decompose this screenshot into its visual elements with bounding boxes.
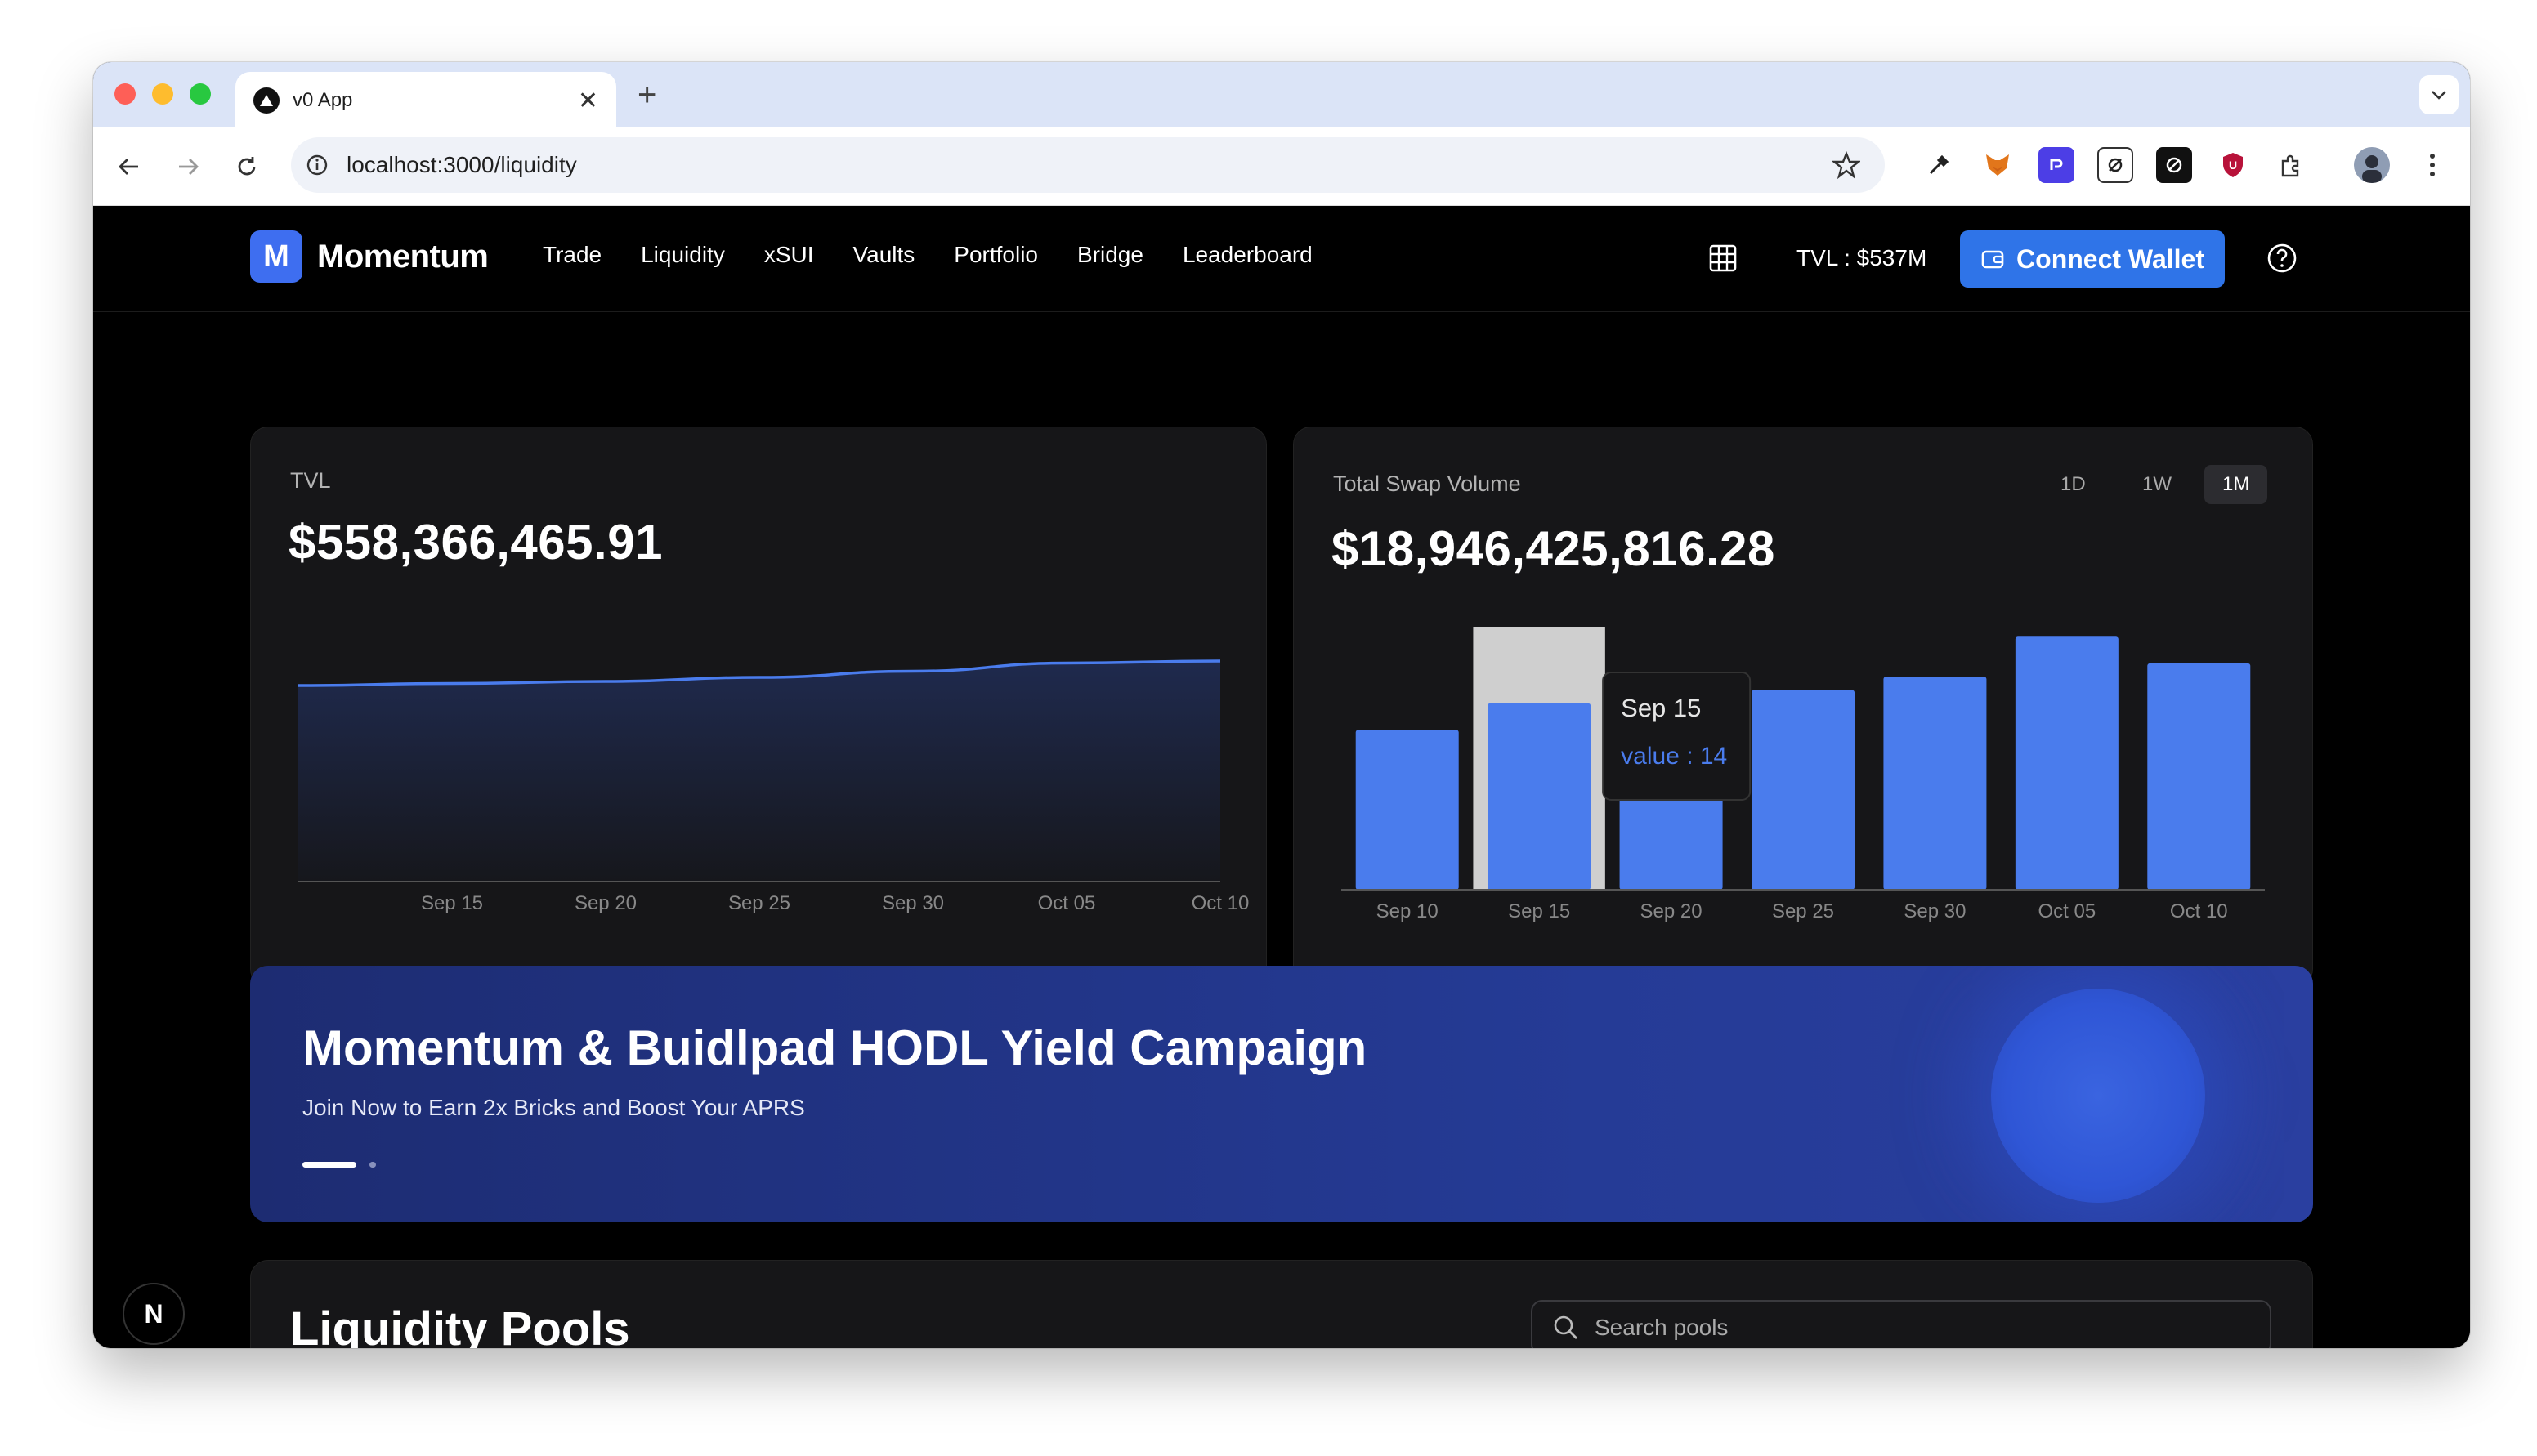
nav-item-liquidity[interactable]: Liquidity — [641, 242, 725, 268]
chevron-down-icon — [2432, 91, 2446, 100]
browser-window: v0 App ✕ + localhost:3000/liquidity U M … — [93, 62, 2470, 1348]
search-pools-input[interactable]: Search pools — [1531, 1300, 2271, 1348]
tvl-x-tick-label: Sep 25 — [728, 892, 790, 914]
nav-item-leaderboard[interactable]: Leaderboard — [1183, 242, 1313, 268]
reload-button[interactable] — [227, 147, 266, 186]
volume-x-tick-label: Oct 10 — [2170, 900, 2228, 922]
volume-x-tick-label: Sep 30 — [1904, 900, 1966, 922]
eyedropper-extension-icon[interactable] — [1921, 147, 1957, 183]
browser-menu-icon[interactable] — [2414, 147, 2450, 183]
swap-volume-card: Total Swap Volume $18,946,425,816.28 1D … — [1293, 427, 2313, 987]
tab-title: v0 App — [293, 89, 353, 111]
volume-bar — [2015, 636, 2119, 890]
browser-tab[interactable]: v0 App ✕ — [235, 72, 616, 129]
wallet-icon — [1981, 250, 2004, 269]
svg-text:U: U — [2229, 159, 2237, 172]
volume-x-tick-label: Sep 20 — [1640, 900, 1703, 922]
banner-orb-graphic — [1991, 989, 2205, 1203]
vercel-favicon-icon — [253, 87, 280, 114]
volume-bar — [1752, 690, 1855, 890]
maximize-window-button[interactable] — [190, 83, 211, 105]
app-viewport: M Momentum Trade Liquidity xSUI Vaults P… — [93, 206, 2470, 1348]
arrow-right-icon — [179, 159, 199, 175]
metamask-fox-icon[interactable] — [1980, 147, 2016, 183]
grid-icon[interactable] — [1707, 242, 1739, 275]
extension-dark-icon[interactable] — [2156, 147, 2192, 183]
help-icon[interactable] — [2266, 242, 2298, 275]
tvl-x-tick-label: Sep 20 — [575, 892, 637, 914]
nav-item-vaults[interactable]: Vaults — [853, 242, 915, 268]
tab-search-button[interactable] — [2419, 75, 2459, 114]
nav-item-xsui[interactable]: xSUI — [764, 242, 814, 268]
brand-name[interactable]: Momentum — [317, 239, 489, 275]
tvl-area-fill — [298, 661, 1220, 882]
profile-avatar[interactable] — [2354, 147, 2390, 183]
campaign-banner[interactable]: Momentum & Buidlpad HODL Yield Campaign … — [250, 966, 2313, 1222]
carousel-indicator-active[interactable] — [302, 1162, 356, 1168]
search-icon — [1554, 1315, 1577, 1339]
nav-item-bridge[interactable]: Bridge — [1077, 242, 1143, 268]
close-window-button[interactable] — [114, 83, 136, 105]
tvl-x-tick-label: Sep 15 — [421, 892, 483, 914]
chart-tooltip — [1602, 672, 1752, 801]
banner-title: Momentum & Buidlpad HODL Yield Campaign — [302, 1021, 1367, 1075]
tvl-summary: TVL : $537M — [1796, 245, 1927, 270]
tab-strip: v0 App ✕ + — [93, 62, 2470, 129]
volume-bar — [2147, 663, 2251, 890]
arrow-left-icon — [119, 159, 138, 175]
volume-x-tick-label: Sep 25 — [1772, 900, 1834, 922]
volume-x-tick-label: Sep 10 — [1376, 900, 1439, 922]
new-tab-button[interactable]: + — [638, 75, 656, 114]
extension-purple-icon[interactable] — [2038, 147, 2074, 183]
connect-wallet-label: Connect Wallet — [2016, 243, 2204, 274]
carousel-indicator[interactable] — [369, 1162, 376, 1168]
volume-bar — [1883, 677, 1987, 890]
extension-slash-icon[interactable] — [2097, 147, 2133, 183]
swap-volume-bar-chart: Sep 10 Sep 15 Sep 20 Sep 25 Sep 30 Oct 05 Oct … — [1341, 627, 2265, 922]
tvl-card: TVL $558,366,465.91 Sep 15 Sep 20 Sep 25 Se… — [250, 427, 1267, 987]
url-text: localhost:3000/liquidity — [347, 152, 577, 177]
volume-x-tick-label: Sep 15 — [1508, 900, 1570, 922]
momentum-logo[interactable]: M — [250, 230, 302, 283]
tooltip-value: value : 14 — [1621, 743, 1727, 770]
top-navbar: M Momentum Trade Liquidity xSUI Vaults P… — [93, 206, 2470, 312]
connect-wallet-button[interactable]: Connect Wallet — [1960, 230, 2225, 288]
tvl-x-tick-label: Oct 05 — [1038, 892, 1096, 914]
reload-icon — [238, 157, 256, 176]
bookmark-star-icon[interactable] — [1832, 151, 1860, 179]
banner-subtitle: Join Now to Earn 2x Bricks and Boost You… — [302, 1095, 805, 1120]
search-placeholder: Search pools — [1595, 1315, 1729, 1340]
back-button[interactable] — [110, 147, 149, 186]
close-tab-icon[interactable]: ✕ — [578, 87, 598, 115]
tooltip-date: Sep 15 — [1621, 694, 1701, 722]
volume-bar — [1355, 730, 1459, 890]
volume-bar — [1488, 703, 1591, 890]
address-bar[interactable]: localhost:3000/liquidity — [291, 137, 1885, 193]
main-menu: Trade Liquidity xSUI Vaults Portfolio Br… — [543, 242, 1352, 268]
forward-button[interactable] — [168, 147, 208, 186]
browser-toolbar: localhost:3000/liquidity U — [93, 127, 2470, 206]
liquidity-pools-section: Liquidity Pools Search pools — [250, 1260, 2313, 1348]
tvl-x-tick-label: Oct 10 — [1192, 892, 1250, 914]
tvl-x-tick-label: Sep 30 — [882, 892, 944, 914]
volume-x-tick-label: Oct 05 — [2038, 900, 2096, 922]
nav-item-trade[interactable]: Trade — [543, 242, 602, 268]
nextjs-dev-badge[interactable]: N — [123, 1283, 185, 1345]
nav-item-portfolio[interactable]: Portfolio — [954, 242, 1038, 268]
ublock-shield-icon[interactable]: U — [2215, 147, 2251, 183]
minimize-window-button[interactable] — [152, 83, 173, 105]
site-info-icon[interactable] — [306, 154, 329, 176]
tvl-area-chart: Sep 15 Sep 20 Sep 25 Sep 30 Oct 05 Oct 10 — [298, 659, 1250, 914]
pools-title: Liquidity Pools — [290, 1302, 630, 1348]
extensions-puzzle-icon[interactable] — [2274, 147, 2310, 183]
